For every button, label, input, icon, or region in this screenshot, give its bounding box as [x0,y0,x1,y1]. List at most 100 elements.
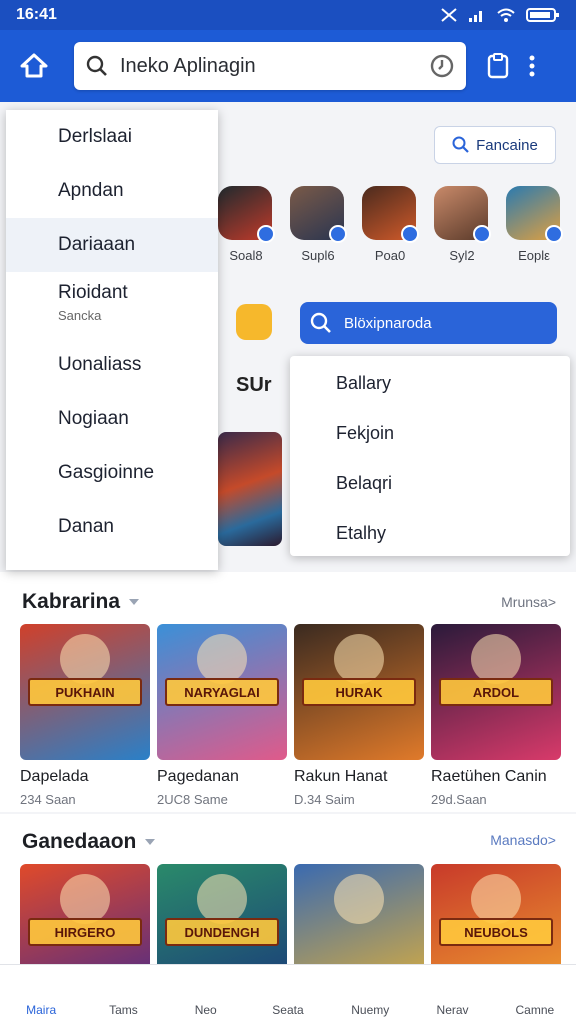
home-button[interactable] [12,44,56,88]
signal-icon [469,11,482,22]
drawer-item-label: Gasgioinne [58,462,155,483]
bottom-tab[interactable]: Neo [165,965,247,1024]
story-avatar[interactable]: Soal8 [218,186,275,263]
chevron-right-icon [542,376,556,390]
quick-search-text: Blöxipnaroda [344,314,432,332]
status-time: 16:41 [16,6,57,23]
bottom-tab[interactable]: Seata [247,965,329,1024]
panel-icon [22,516,44,538]
avatar-strip: Soal8 Supl6 Poa0 Syl2 Eoplε [218,186,576,263]
drawer-item-label: Derlslaai [58,126,132,147]
popup-menu-item[interactable]: Ballary [290,358,570,408]
navigation-drawer: Derlslaai Apndan Dariaaan Rioidant Sancka Uon… [6,110,218,570]
avatar-label: Eoplε [518,248,550,263]
share-arrow-icon [22,180,44,202]
app-card-subtitle: 2UC8 Same [157,792,228,807]
avatar-label: Supl6 [301,248,335,263]
clock-icon [22,354,44,376]
clipboard-icon[interactable] [486,53,510,79]
chevron-down-icon[interactable] [128,597,140,607]
drawer-item-label: Apndan [58,180,124,201]
story-avatar[interactable]: Eoplε [506,186,563,263]
wifi-icon [497,8,515,22]
bookmark-icon [304,372,326,394]
bottom-tab[interactable]: Nerav [411,965,493,1024]
chevron-down-icon[interactable] [144,837,156,847]
bottom-tab[interactable]: Maira [0,965,82,1024]
drawer-item-label: Dariaaan [58,234,136,255]
find-button[interactable]: Fancaine [434,126,556,164]
card-art-figure [471,634,521,684]
bottom-tab[interactable]: Nuemy [329,965,411,1024]
more-menu-icon[interactable] [528,54,536,78]
search-icon [304,422,326,444]
search-input[interactable]: Ineko Aplinagin [120,55,430,78]
open-folder-icon [22,282,44,304]
bottom-tab-label: Camne [515,1002,555,1017]
promo-image[interactable] [218,432,282,546]
bottom-tab-label: Seata [272,1002,304,1017]
quick-search-field[interactable]: Blöxipnaroda [300,302,557,344]
smile-icon [357,973,383,999]
drawer-item-text: Danan [58,516,114,538]
app-card[interactable]: NARYAGLAI Pagedanan 2UC8 Same [157,624,287,807]
bottom-tab[interactable]: Tams [82,965,164,1024]
popup-menu-item[interactable]: Etalhy [290,508,570,558]
popup-menu: Ballary Fekjoin Belaqri Etalhy [290,356,570,556]
app-card[interactable]: HURAK Rakun Hanat D.34 Saim [294,624,424,807]
search-icon [310,312,331,333]
story-avatar[interactable]: Supl6 [290,186,347,263]
avatar [362,186,419,243]
app-card-title: Raetühen Canin [431,768,547,785]
folder-icon [22,234,44,256]
drawer-item[interactable]: Rioidant Sancka [6,272,218,338]
story-avatar[interactable]: Syl2 [434,186,491,263]
app-card-image: PUKHAIN [20,624,150,760]
popup-menu-item-label: Etalhy [336,522,387,543]
drawer-item[interactable]: Gasgioinne [6,446,218,500]
drawer-item[interactable]: Apndan [6,164,218,218]
app-icon[interactable] [236,304,272,340]
app-card-subtitle: 234 Saan [20,792,76,807]
location-icon [304,522,326,544]
clock-icon[interactable] [430,54,454,78]
card-art-figure [334,874,384,924]
drawer-item[interactable]: Danan [6,500,218,554]
avatar-label: Syl2 [449,248,475,263]
section-more-link[interactable]: Mrunsa> [501,594,556,610]
drawer-item-label: Uonaliass [58,354,142,375]
app-bar-actions [486,53,536,79]
calendar-icon [22,462,44,484]
drawer-item[interactable]: Derlslaai [6,110,218,164]
cloud-icon [22,126,44,148]
search-icon [86,55,107,76]
story-avatar[interactable]: Poa0 [362,186,419,263]
section-more-link[interactable]: Manasdo> [490,832,556,848]
card-logo-text: NEUBOLS [439,918,553,946]
app-card-image: NARYAGLAI [157,624,287,760]
card-row: PUKHAIN Dapelada 234 Saan NARYAGLAI Pagedana… [20,624,561,807]
drawer-item[interactable]: Dariaaan [6,218,218,272]
drawer-item-label: Rioidant [58,282,128,303]
bottom-tab-label: Nuemy [351,1002,390,1017]
card-art-figure [197,634,247,684]
chevron-right-icon [542,526,556,540]
app-card[interactable]: PUKHAIN Dapelada 234 Saan [20,624,150,807]
bottom-tab[interactable]: Camne [494,965,576,1024]
card-logo-text: DUNDENGH [165,918,279,946]
drawer-item[interactable]: Nogiaan [6,392,218,446]
app-bar: Ineko Aplinagin [0,30,576,102]
drawer-item[interactable]: Uonaliass [6,338,218,392]
card-logo-text: HURAK [302,678,416,706]
drawer-item-text: Gasgioinne [58,462,154,484]
drawer-item-text: Rioidant Sancka [58,282,128,323]
popup-menu-item[interactable]: Fekjoin [290,408,570,458]
search-bar[interactable]: Ineko Aplinagin [74,42,466,90]
section-featured: Kabrarina Mrunsa> PUKHAIN Dapelada 234 Saa… [0,572,576,812]
avatar-label: Poa0 [374,248,406,263]
verified-badge-icon [329,225,347,243]
app-card[interactable]: ARDOL Raetühen Canin 29d.Saan [431,624,561,807]
status-bar: 16:41 [0,0,576,30]
popup-menu-item[interactable]: Belaqri [290,458,570,508]
drawer-item-text: Nogiaan [58,408,129,430]
